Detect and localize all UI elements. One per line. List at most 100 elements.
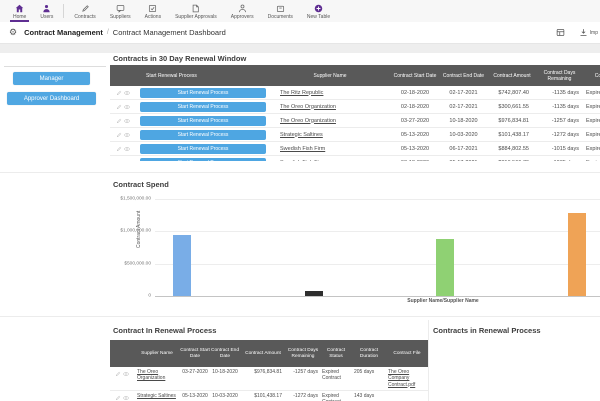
cell-status: Expired [582,146,600,152]
start-renewal-button[interactable]: Start Renewal Process [140,130,266,140]
edit-icon[interactable] [115,395,121,401]
cell-days: -1257 days [286,369,320,375]
cell-amount: $101,438.17 [487,132,537,138]
eye-icon[interactable] [124,118,130,124]
cell-end-date: 05-17-2021 [440,160,487,162]
nav-suppliers-label: Suppliers [110,14,131,20]
cell-status: Expired [582,118,600,124]
cell-days: -1257 days [537,118,582,124]
supplier-link[interactable]: The Ritz Republic [270,90,390,96]
nav-documents-label: Documents [268,14,293,20]
table-row: Start Renewal Process The Oreo Organizat… [110,100,600,114]
edit-icon[interactable] [116,90,122,96]
eye-icon[interactable] [124,160,130,162]
cell-end-date: 02-17-2021 [440,104,487,110]
header-status: Contract Status [320,348,352,359]
header-days: Contract Days Remaining [286,348,320,359]
table-header-row: Supplier Name Contract Start Date Contra… [110,340,428,367]
cell-end-date: 02-17-2021 [440,90,487,96]
cell-days: -1035 days [537,160,582,162]
gridline [155,264,600,265]
cell-days: -1135 days [537,104,582,110]
nav-users-label: Users [40,14,53,20]
chart-bar [568,213,586,296]
start-renewal-button[interactable]: Start Renewal Process [140,88,266,98]
nav-approvers[interactable]: Approvers [224,0,261,22]
cell-start-date: 03-27-2020 [390,118,440,124]
eye-icon[interactable] [123,395,129,401]
cell-days: -1135 days [537,90,582,96]
manager-button[interactable]: Manager [13,72,90,85]
in-process-table: Supplier Name Contract Start Date Contra… [110,340,428,401]
y-tick: 0 [110,294,151,299]
supplier-link[interactable]: The Oreo Organization [270,118,390,124]
nav-new-table-label: New Table [307,14,330,20]
navbar-divider [63,4,64,18]
import-label: Imp [590,30,598,36]
import-control[interactable]: Imp [579,28,598,37]
table-grid-icon[interactable] [556,28,565,37]
approver-dashboard-button[interactable]: Approver Dashboard [7,92,96,105]
nav-supplier-approvals[interactable]: Supplier Approvals [168,0,224,22]
edit-icon[interactable] [116,160,122,162]
breadcrumb-page: Contract Management Dashboard [113,28,226,37]
table-row: Start Renewal Process The Oreo Organizat… [110,114,600,128]
supplier-link[interactable]: Swedish Fish Firm [270,146,390,152]
edit-icon[interactable] [116,104,122,110]
start-renewal-button[interactable]: Start Renewal Process [140,116,266,126]
header-days: Contract Days Remaining [537,70,582,82]
nav-new-table[interactable]: New Table [300,0,337,22]
nav-approvers-label: Approvers [231,14,254,20]
nav-suppliers[interactable]: Suppliers [103,0,138,22]
users-icon [42,4,51,13]
header-amount: Contract Amount [240,351,286,357]
cell-status: Expired [582,132,600,138]
cell-start-date: 03-27-2020 [180,369,210,375]
edit-icon[interactable] [115,371,121,377]
nav-actions[interactable]: Actions [138,0,168,22]
home-icon [15,4,24,13]
start-renewal-button[interactable]: Start Renewal Process [140,102,266,112]
start-renewal-button[interactable]: Start Renewal Process [140,144,266,154]
document-check-icon [191,4,200,13]
nav-users[interactable]: Users [33,0,60,22]
breadcrumb-app[interactable]: Contract Management [24,28,103,37]
cell-end-date: 10-03-2020 [210,393,240,399]
cell-amount: $300,661.55 [487,104,537,110]
app-window: Home Users Contracts Suppliers Actions S… [0,0,600,401]
cell-amount: $884,802.55 [487,146,537,152]
cell-start-date: 02-18-2020 [390,104,440,110]
header-start-renewal: Start Renewal Process [136,73,270,79]
cell-end-date: 10-03-2020 [440,132,487,138]
cell-days: -1272 days [537,132,582,138]
section-divider [0,316,600,317]
eye-icon[interactable] [124,104,130,110]
table-header-row: Start Renewal Process Supplier Name Cont… [110,65,600,86]
contract-spend-chart: Contract Amount $1,500,000.00 $1,000,000… [110,192,600,306]
supplier-link[interactable]: Swedish Fish Firm [270,160,390,162]
supplier-link[interactable]: Strategic Saltines [134,393,180,399]
eye-icon[interactable] [124,132,130,138]
cell-status: Expired Contract [320,393,352,401]
person-outline-icon [238,4,247,13]
gear-icon[interactable]: ⚙ [9,28,17,37]
edit-icon[interactable] [116,146,122,152]
header-amount: Contract Amount [487,73,537,79]
gridline [155,231,600,232]
supplier-link[interactable]: The Oreo Organization [270,104,390,110]
start-renewal-button[interactable]: Start Renewal Process [140,158,266,162]
chart-bar [305,291,323,296]
contract-file-link[interactable]: The Oreo Company Contract.pdf [386,369,428,388]
eye-icon[interactable] [124,90,130,96]
cell-days: -1015 days [537,146,582,152]
nav-contracts[interactable]: Contracts [67,0,102,22]
eye-icon[interactable] [123,371,129,377]
supplier-link[interactable]: The Oreo Organization [134,369,180,382]
nav-documents[interactable]: Documents [261,0,300,22]
eye-icon[interactable] [124,146,130,152]
edit-icon[interactable] [116,118,122,124]
edit-icon[interactable] [116,132,122,138]
supplier-link[interactable]: Strategic Saltines [270,132,390,138]
nav-home[interactable]: Home [6,0,33,22]
archive-box-icon [276,4,285,13]
